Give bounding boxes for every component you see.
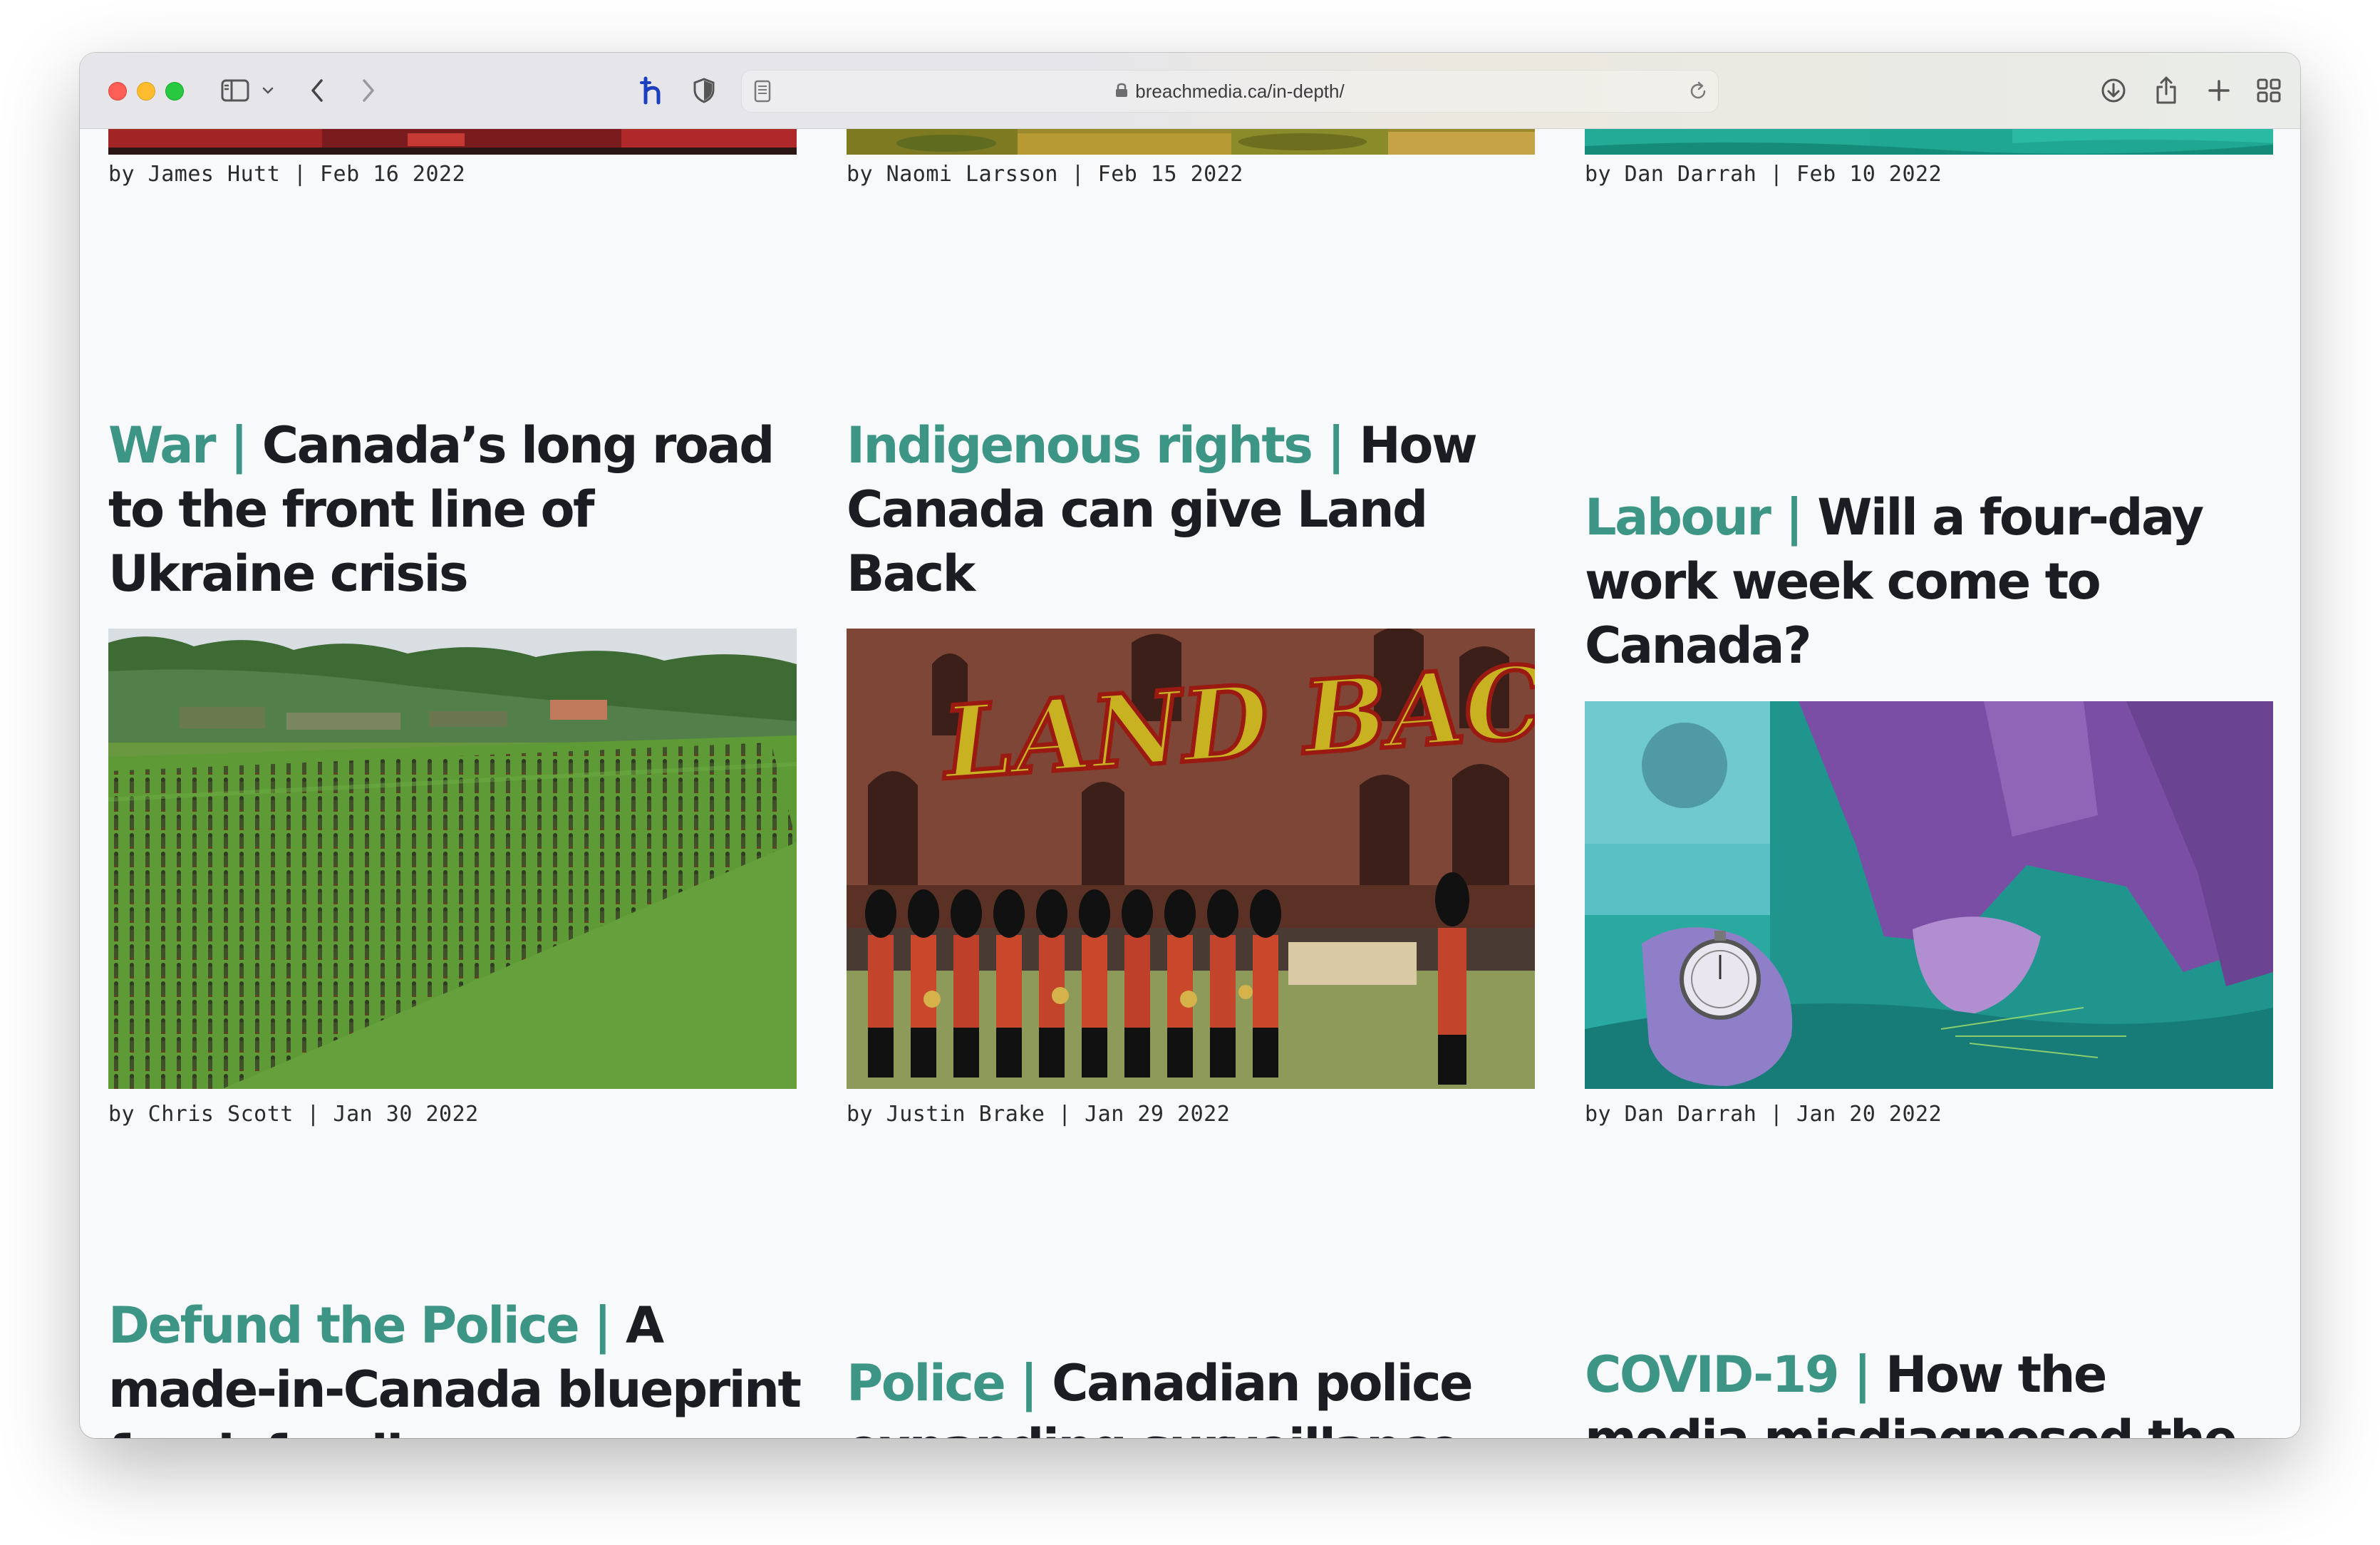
article-byline[interactable]: by Dan Darrah | Jan 20 2022 [1585,1102,1942,1127]
close-window-button[interactable] [108,82,127,100]
download-icon[interactable] [2099,74,2128,107]
article-image-dan-darrah[interactable] [1585,129,2273,155]
article-category[interactable]: Police [847,1354,1006,1412]
address-bar[interactable]: breachmedia.ca/in-depth/ [741,70,1719,113]
article-byline[interactable]: by James Hutt | Feb 16 2022 [108,162,465,187]
article-image-four-day-week[interactable] [1585,701,2273,1089]
url-text: breachmedia.ca/in-depth/ [1135,80,1345,102]
share-icon[interactable] [2152,74,2180,107]
article-category[interactable]: COVID-19 [1585,1345,1840,1404]
forward-icon[interactable] [358,74,379,107]
lock-icon [1115,81,1128,103]
reload-icon[interactable] [1687,80,1709,106]
article-byline[interactable]: by Naomi Larsson | Feb 15 2022 [847,162,1243,187]
article-image-james-hutt[interactable] [108,129,797,155]
zoom-window-button[interactable] [165,82,184,100]
category-divider: | [214,416,262,475]
browser-window: breachmedia.ca/in-depth/ by James Hutt |… [80,53,2300,1438]
article-image-soldiers-parade[interactable] [108,629,797,1089]
new-tab-icon[interactable] [2205,74,2233,107]
sidebar-icon[interactable] [219,74,251,107]
browser-toolbar: breachmedia.ca/in-depth/ [80,53,2300,129]
article-headline[interactable]: COVID-19 | How the media misdiagnosed th… [1585,1343,2283,1438]
article-category[interactable]: Indigenous rights [847,416,1313,475]
article-byline[interactable]: by Dan Darrah | Feb 10 2022 [1585,162,1942,187]
category-divider: | [578,1296,626,1355]
category-divider: | [1769,488,1818,547]
article-headline[interactable]: Defund the Police | A made-in-Canada blu… [108,1293,807,1438]
article-headline[interactable]: Labour | Will a four-day work week come … [1585,485,2283,678]
extension-h-icon[interactable] [637,74,666,107]
article-image-land-back[interactable]: LAND BACK [847,629,1535,1089]
article-category[interactable]: Labour [1585,488,1771,547]
chevron-down-icon[interactable] [259,74,276,107]
back-icon[interactable] [306,74,328,107]
article-category[interactable]: Defund the Police [108,1296,580,1355]
minimize-window-button[interactable] [137,82,155,100]
page-content: by James Hutt | Feb 16 2022 by Naomi Lar… [80,129,2300,1438]
article-category[interactable]: War [108,416,216,475]
category-divider: | [1004,1354,1052,1412]
category-divider: | [1838,1345,1885,1404]
category-divider: | [1311,416,1360,475]
article-headline[interactable]: Indigenous rights | How Canada can give … [847,413,1545,606]
url-display[interactable]: breachmedia.ca/in-depth/ [742,71,1718,112]
shield-icon[interactable] [691,74,717,107]
article-headline[interactable]: Police | Canadian police expanding surve… [847,1351,1545,1438]
article-byline[interactable]: by Chris Scott | Jan 30 2022 [108,1102,479,1127]
tab-overview-icon[interactable] [2255,74,2283,107]
article-byline[interactable]: by Justin Brake | Jan 29 2022 [847,1102,1230,1127]
article-image-naomi-larsson[interactable] [847,129,1535,155]
article-headline[interactable]: War | Canada’s long road to the front li… [108,413,807,606]
